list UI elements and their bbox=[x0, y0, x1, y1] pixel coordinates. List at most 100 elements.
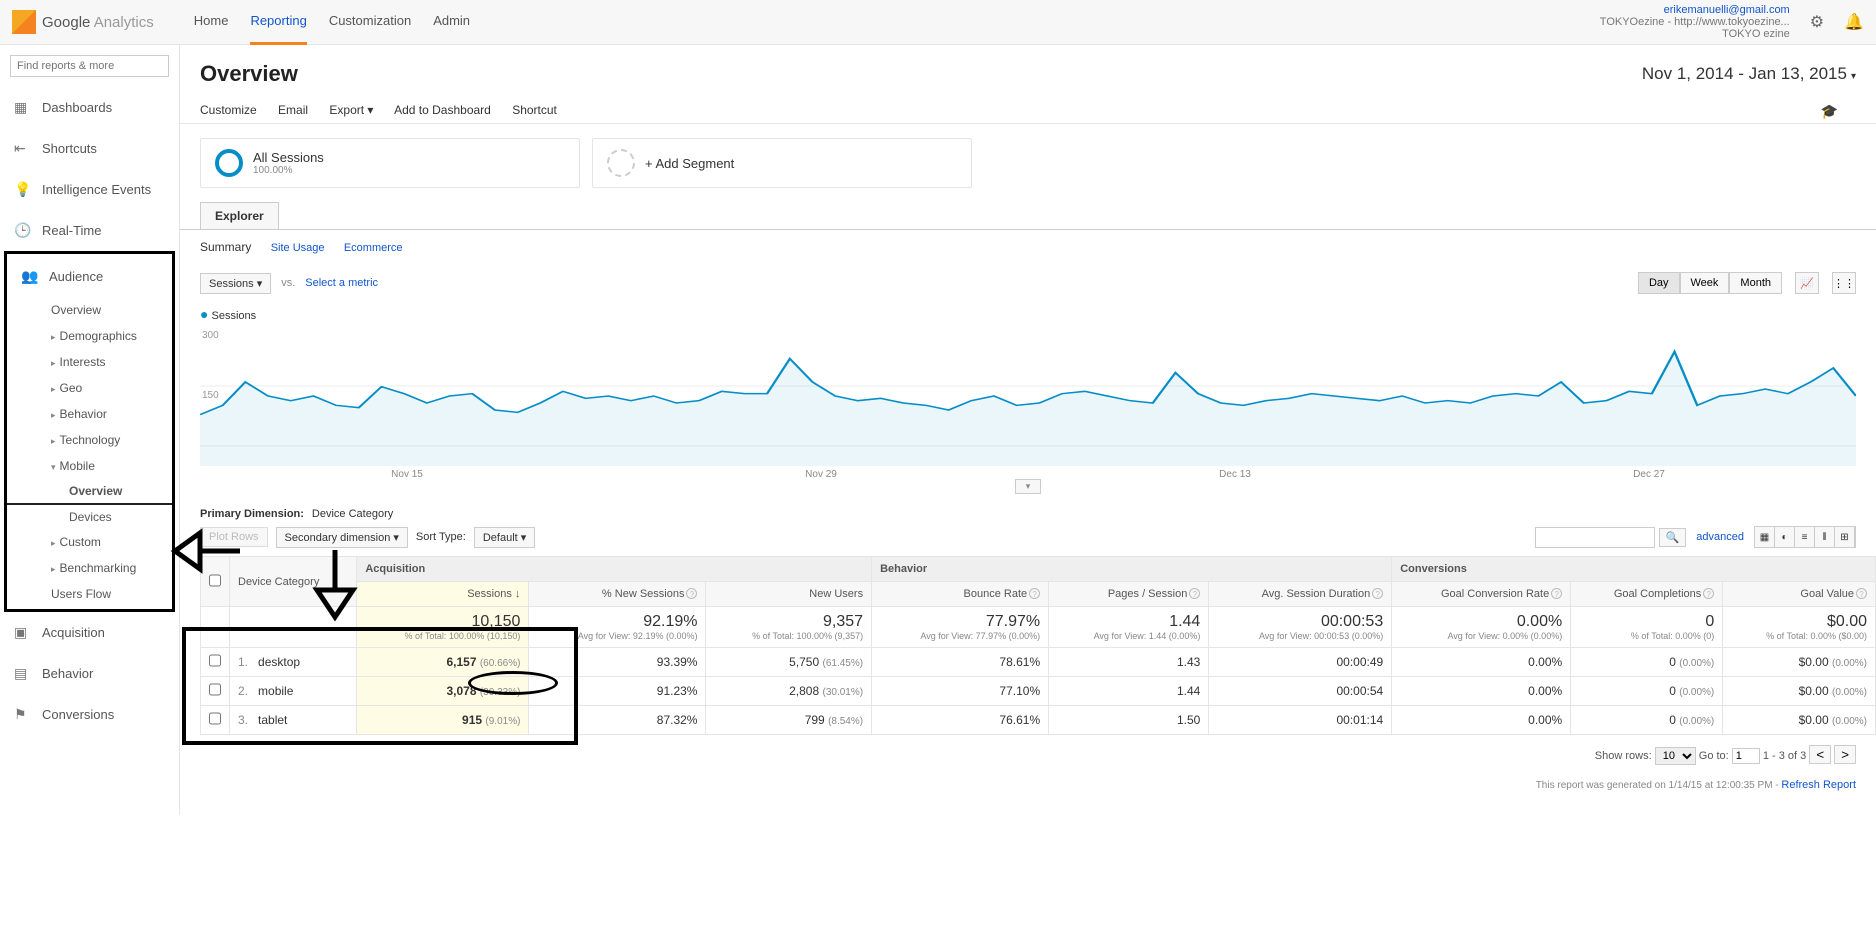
help-icon[interactable]: ? bbox=[1856, 588, 1867, 599]
col-sessions[interactable]: Sessions ↓ bbox=[357, 582, 529, 607]
sidebar-dashboards[interactable]: ▦Dashboards bbox=[0, 87, 179, 128]
subtab-site-usage[interactable]: Site Usage bbox=[271, 242, 325, 254]
secondary-dimension[interactable]: Secondary dimension ▾ bbox=[276, 527, 408, 548]
sidebar-intelligence[interactable]: 💡Intelligence Events bbox=[0, 169, 179, 210]
mobile-overview[interactable]: Overview bbox=[7, 479, 172, 505]
row-checkbox[interactable] bbox=[209, 683, 221, 696]
search-input[interactable] bbox=[10, 55, 169, 77]
btn-week[interactable]: Week bbox=[1680, 272, 1730, 294]
acquisition-icon: ▣ bbox=[14, 624, 32, 641]
sidebar-behavior[interactable]: ▤Behavior bbox=[0, 653, 179, 694]
view-pie-icon[interactable]: ◐ bbox=[1775, 527, 1795, 547]
data-table: Device Category Acquisition Behavior Con… bbox=[200, 556, 1876, 735]
nav-reporting[interactable]: Reporting bbox=[250, 0, 306, 45]
chart-type-line-icon[interactable]: 📈 bbox=[1795, 272, 1819, 294]
notifications-bell-icon[interactable]: 🔔 bbox=[1844, 12, 1864, 32]
chart-type-motion-icon[interactable]: ⋮⋮ bbox=[1832, 272, 1856, 294]
account-info: erikemanuelli@gmail.com TOKYOezine - htt… bbox=[1600, 4, 1790, 40]
col-goal-rate[interactable]: Goal Conversion Rate? bbox=[1392, 582, 1571, 607]
sidebar: ▦Dashboards ⇤Shortcuts 💡Intelligence Eve… bbox=[0, 45, 180, 815]
table-search-input[interactable] bbox=[1535, 527, 1655, 548]
pager-next[interactable]: > bbox=[1834, 745, 1856, 764]
help-icon[interactable]: ? bbox=[1029, 588, 1040, 599]
advanced-link[interactable]: advanced bbox=[1696, 531, 1744, 543]
view-bar-icon[interactable]: ≡ bbox=[1795, 527, 1815, 547]
subtab-summary[interactable]: Summary bbox=[200, 240, 251, 254]
view-pivot-icon[interactable]: ⊞ bbox=[1835, 527, 1855, 547]
subtab-ecommerce[interactable]: Ecommerce bbox=[344, 242, 403, 254]
col-bounce[interactable]: Bounce Rate? bbox=[872, 582, 1049, 607]
help-icon[interactable]: ? bbox=[1372, 588, 1383, 599]
row-checkbox[interactable] bbox=[209, 712, 221, 725]
col-new-sessions[interactable]: % New Sessions? bbox=[529, 582, 706, 607]
segment-all-sessions[interactable]: All Sessions100.00% bbox=[200, 138, 580, 188]
account-email[interactable]: erikemanuelli@gmail.com bbox=[1600, 4, 1790, 16]
settings-gear-icon[interactable]: ⚙ bbox=[1810, 12, 1824, 32]
rows-per-page[interactable]: 10 bbox=[1655, 747, 1696, 765]
chart-expand-handle[interactable]: ▾ bbox=[1015, 479, 1042, 494]
nav-home[interactable]: Home bbox=[194, 0, 229, 45]
audience-demographics[interactable]: Demographics bbox=[7, 323, 172, 349]
btn-month[interactable]: Month bbox=[1729, 272, 1782, 294]
col-device-category[interactable]: Device Category bbox=[230, 557, 357, 607]
report-toolbar: Customize Email Export ▾ Add to Dashboar… bbox=[180, 97, 1876, 124]
select-all-checkbox[interactable] bbox=[209, 574, 221, 587]
audience-mobile[interactable]: Mobile bbox=[7, 453, 172, 479]
audience-users-flow[interactable]: Users Flow bbox=[7, 581, 172, 607]
col-goal-value[interactable]: Goal Value? bbox=[1723, 582, 1876, 607]
help-icon[interactable]: ? bbox=[1703, 588, 1714, 599]
view-table-icon[interactable]: ▦ bbox=[1755, 527, 1775, 547]
refresh-report[interactable]: Refresh Report bbox=[1781, 779, 1856, 791]
goto-input[interactable] bbox=[1732, 748, 1760, 764]
view-compare-icon[interactable]: ⫴ bbox=[1815, 527, 1835, 547]
sidebar-audience[interactable]: 👥Audience bbox=[7, 256, 172, 297]
sidebar-shortcuts[interactable]: ⇤Shortcuts bbox=[0, 128, 179, 169]
sidebar-acquisition[interactable]: ▣Acquisition bbox=[0, 612, 179, 653]
btn-customize[interactable]: Customize bbox=[200, 103, 257, 117]
btn-email[interactable]: Email bbox=[278, 103, 308, 117]
education-icon[interactable]: 🎓 bbox=[1821, 103, 1838, 120]
row-checkbox[interactable] bbox=[209, 654, 221, 667]
add-segment[interactable]: + Add Segment bbox=[592, 138, 972, 188]
search-icon[interactable]: 🔍 bbox=[1659, 528, 1687, 547]
sessions-chart: 300 150 bbox=[180, 326, 1876, 469]
col-goal-comp[interactable]: Goal Completions? bbox=[1571, 582, 1723, 607]
audience-technology[interactable]: Technology bbox=[7, 427, 172, 453]
nav-admin[interactable]: Admin bbox=[433, 0, 470, 45]
group-acquisition: Acquisition bbox=[357, 557, 872, 582]
audience-geo[interactable]: Geo bbox=[7, 375, 172, 401]
audience-benchmarking[interactable]: Benchmarking bbox=[7, 555, 172, 581]
page-title: Overview bbox=[200, 61, 298, 87]
table-row[interactable]: 2. mobile 3,078 (30.33%) 91.23% 2,808 (3… bbox=[201, 677, 1876, 706]
audience-behavior[interactable]: Behavior bbox=[7, 401, 172, 427]
metric-dropdown[interactable]: Sessions ▾ bbox=[200, 273, 271, 294]
btn-add-dashboard[interactable]: Add to Dashboard bbox=[394, 103, 491, 117]
audience-interests[interactable]: Interests bbox=[7, 349, 172, 375]
audience-custom[interactable]: Custom bbox=[7, 529, 172, 555]
legend-dot-icon: ● bbox=[200, 306, 208, 322]
col-duration[interactable]: Avg. Session Duration? bbox=[1209, 582, 1392, 607]
date-range-picker[interactable]: Nov 1, 2014 - Jan 13, 2015▾ bbox=[1642, 64, 1856, 84]
select-metric[interactable]: Select a metric bbox=[305, 277, 378, 289]
help-icon[interactable]: ? bbox=[1189, 588, 1200, 599]
chevron-down-icon: ▾ bbox=[1851, 71, 1856, 82]
tab-explorer[interactable]: Explorer bbox=[200, 202, 279, 229]
table-row[interactable]: 1. desktop 6,157 (60.66%) 93.39% 5,750 (… bbox=[201, 648, 1876, 677]
audience-overview[interactable]: Overview bbox=[7, 297, 172, 323]
btn-shortcut[interactable]: Shortcut bbox=[512, 103, 557, 117]
ga-logo-icon bbox=[12, 10, 36, 34]
help-icon[interactable]: ? bbox=[1551, 588, 1562, 599]
sidebar-conversions[interactable]: ⚑Conversions bbox=[0, 694, 179, 735]
sort-type-dropdown[interactable]: Default ▾ bbox=[474, 527, 535, 548]
pager-prev[interactable]: < bbox=[1809, 745, 1831, 764]
btn-export[interactable]: Export ▾ bbox=[329, 103, 373, 117]
col-pages[interactable]: Pages / Session? bbox=[1049, 582, 1209, 607]
sidebar-realtime[interactable]: 🕒Real-Time bbox=[0, 210, 179, 251]
btn-day[interactable]: Day bbox=[1638, 272, 1680, 294]
table-row[interactable]: 3. tablet 915 (9.01%) 87.32% 799 (8.54%)… bbox=[201, 706, 1876, 735]
help-icon[interactable]: ? bbox=[686, 588, 697, 599]
mobile-devices[interactable]: Devices bbox=[7, 505, 172, 529]
nav-customization[interactable]: Customization bbox=[329, 0, 411, 45]
add-circle-icon bbox=[607, 149, 635, 177]
col-new-users[interactable]: New Users bbox=[706, 582, 872, 607]
